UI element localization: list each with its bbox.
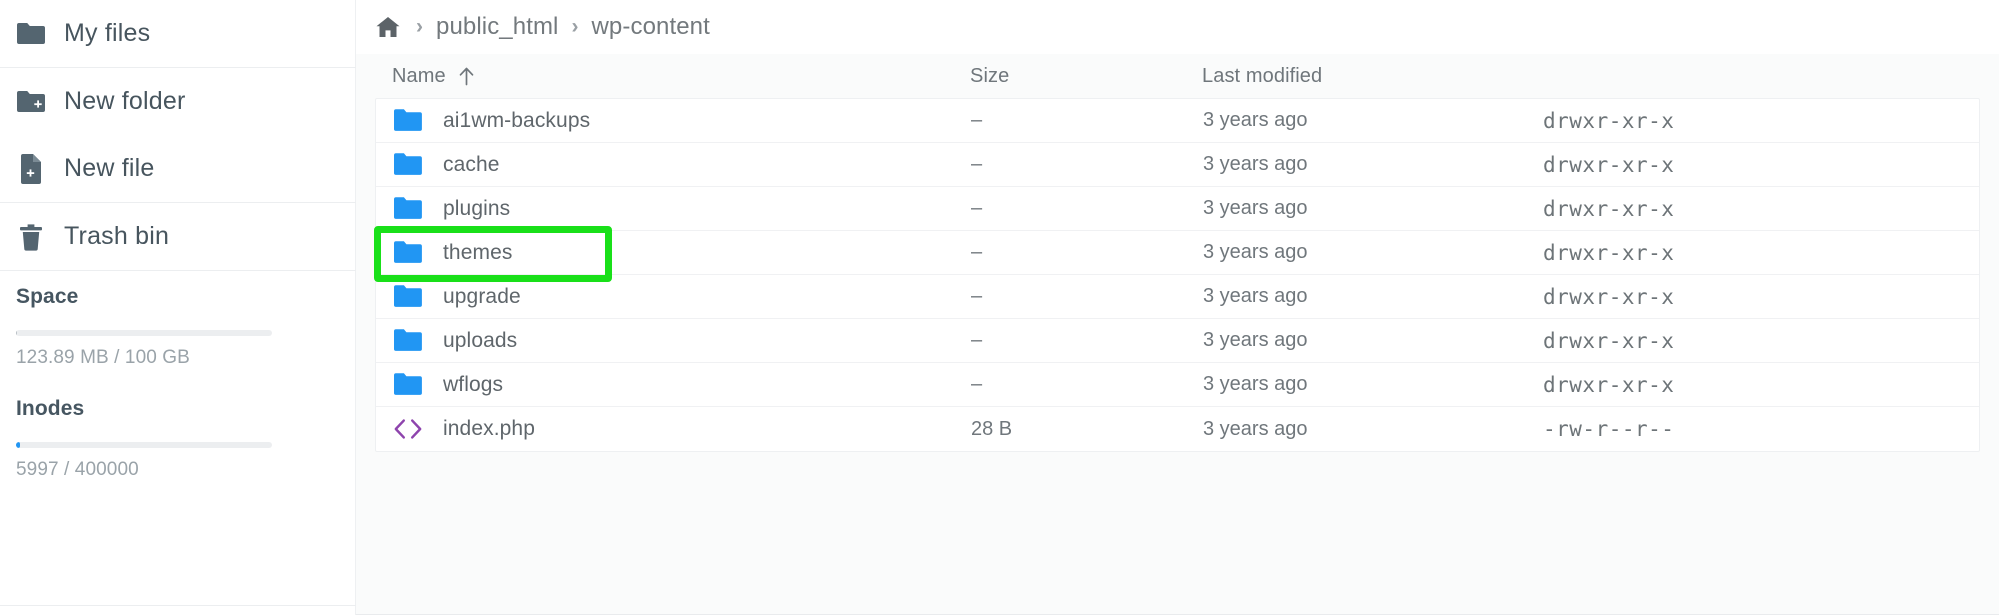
sidebar-item-new-file[interactable]: New file [0,135,355,202]
folder-icon [393,326,423,356]
sidebar-item-new-folder[interactable]: New folder [0,68,355,135]
cell-last-modified: 3 years ago [1203,241,1543,264]
folder-icon [393,282,423,312]
breadcrumb-item-public-html[interactable]: public_html [436,13,559,41]
table-row[interactable]: wflogs –3 years agodrwxr-xr-x [376,363,1979,407]
file-plus-icon [14,152,48,186]
table-row[interactable]: plugins –3 years agodrwxr-xr-x [376,187,1979,231]
breadcrumb-item-wp-content[interactable]: wp-content [592,13,710,41]
table-row[interactable]: index.php 28 B3 years ago-rw-r--r-- [376,407,1979,451]
cell-last-modified: 3 years ago [1203,109,1543,132]
cell-permissions: drwxr-xr-x [1543,241,1979,265]
sidebar-divider-4 [0,605,356,606]
space-quota-title: Space [16,285,339,309]
space-quota-value: 123.89 MB / 100 GB [16,347,339,369]
sidebar-nav-primary: My files New folder [0,0,355,271]
table-row[interactable]: cache –3 years agodrwxr-xr-x [376,143,1979,187]
column-header-last-modified[interactable]: Last modified [1202,65,1542,88]
sidebar-item-my-files[interactable]: My files [0,0,355,67]
breadcrumb: › public_html › wp-content [356,0,1999,54]
cell-permissions: -rw-r--r-- [1543,417,1979,441]
cell-permissions: drwxr-xr-x [1543,373,1979,397]
cell-name[interactable]: plugins [393,194,971,224]
sidebar-item-label: My files [64,19,150,48]
folder-icon [393,106,423,136]
inodes-quota-meter-fill [16,442,20,448]
file-manager-app: My files New folder [0,0,1999,615]
cell-name[interactable]: index.php [393,414,971,444]
folder-icon [393,370,423,400]
inodes-quota-value: 5997 / 400000 [16,459,339,481]
file-table: Name Size Last modified ai1wm-backups–3 … [356,54,1999,452]
sidebar-item-label: New folder [64,87,186,116]
cell-permissions: drwxr-xr-x [1543,109,1979,133]
file-name-label: upgrade [443,285,521,309]
file-table-body: ai1wm-backups–3 years agodrwxr-xr-xcache… [375,98,1980,452]
file-name-label: cache [443,153,500,177]
breadcrumb-separator: › [572,15,579,39]
inodes-quota-title: Inodes [16,397,339,421]
folder-icon [393,194,423,224]
file-name-label: index.php [443,417,535,441]
code-file-icon [393,414,423,444]
file-name-label: themes [443,241,512,265]
cell-last-modified: 3 years ago [1203,418,1543,441]
sidebar: My files New folder [0,0,356,615]
table-row[interactable]: themes –3 years agodrwxr-xr-x [376,231,1979,275]
folder-icon [393,238,423,268]
file-name-label: uploads [443,329,517,353]
cell-name[interactable]: themes [393,238,971,268]
sidebar-divider-3 [0,270,356,271]
cell-size: – [971,109,1203,132]
arrow-up-icon [458,67,475,86]
cell-permissions: drwxr-xr-x [1543,285,1979,309]
inodes-quota-meter [16,442,272,448]
file-name-label: plugins [443,197,510,221]
table-row[interactable]: ai1wm-backups –3 years agodrwxr-xr-x [376,99,1979,143]
column-header-name[interactable]: Name [392,65,970,88]
cell-last-modified: 3 years ago [1203,153,1543,176]
cell-permissions: drwxr-xr-x [1543,329,1979,353]
main-panel: › public_html › wp-content Name Size Las… [356,0,1999,615]
cell-size: – [971,241,1203,264]
cell-size: – [971,197,1203,220]
column-header-name-label: Name [392,65,446,88]
cell-name[interactable]: wflogs [393,370,971,400]
cell-size: – [971,329,1203,352]
file-name-label: ai1wm-backups [443,109,590,133]
home-icon[interactable] [375,15,401,39]
column-header-size[interactable]: Size [970,65,1202,88]
sidebar-item-trash-bin[interactable]: Trash bin [0,203,355,270]
cell-last-modified: 3 years ago [1203,197,1543,220]
cell-size: 28 B [971,418,1203,441]
sidebar-item-label: New file [64,154,155,183]
cell-name[interactable]: uploads [393,326,971,356]
table-row[interactable]: upgrade –3 years agodrwxr-xr-x [376,275,1979,319]
cell-name[interactable]: upgrade [393,282,971,312]
cell-size: – [971,153,1203,176]
table-row[interactable]: uploads –3 years agodrwxr-xr-x [376,319,1979,363]
cell-size: – [971,285,1203,308]
breadcrumb-separator: › [416,15,423,39]
trash-icon [14,220,48,254]
space-quota-meter-fill [16,330,17,336]
file-name-label: wflogs [443,373,503,397]
cell-last-modified: 3 years ago [1203,373,1543,396]
cell-permissions: drwxr-xr-x [1543,153,1979,177]
cell-last-modified: 3 years ago [1203,329,1543,352]
folder-plus-icon [14,85,48,119]
cell-size: – [971,373,1203,396]
cell-name[interactable]: cache [393,150,971,180]
cell-name[interactable]: ai1wm-backups [393,106,971,136]
sidebar-item-label: Trash bin [64,222,169,251]
space-quota-meter [16,330,272,336]
cell-last-modified: 3 years ago [1203,285,1543,308]
folder-icon [393,150,423,180]
cell-permissions: drwxr-xr-x [1543,197,1979,221]
file-table-header: Name Size Last modified [375,54,1980,98]
quota-section: Space 123.89 MB / 100 GB Inodes 5997 / 4… [0,271,355,481]
folder-icon [14,17,48,51]
